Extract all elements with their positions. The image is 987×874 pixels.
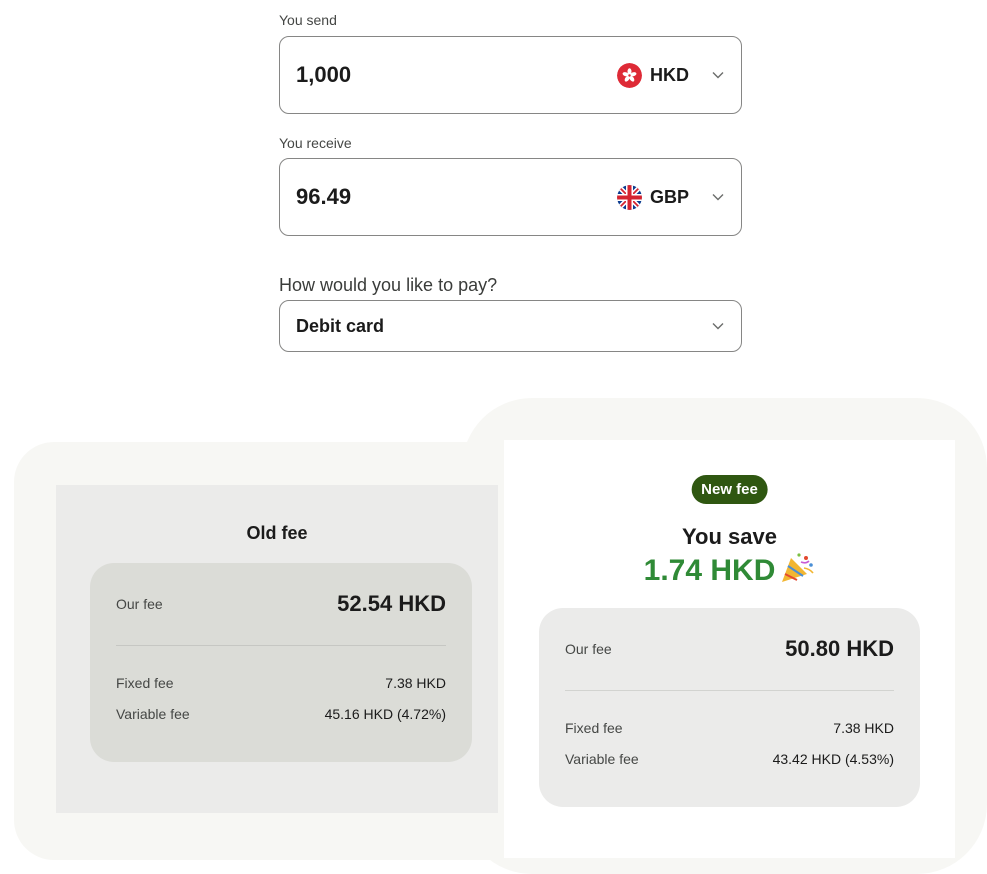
new-fixed-fee-label: Fixed fee xyxy=(565,720,623,736)
old-our-fee-label: Our fee xyxy=(116,596,163,612)
send-currency-selector[interactable]: HKD xyxy=(617,62,725,88)
new-variable-fee-value: 43.42 HKD (4.53%) xyxy=(772,751,894,767)
old-fee-title: Old fee xyxy=(246,523,308,543)
new-our-fee-row: Our fee 50.80 HKD xyxy=(565,636,894,662)
payment-method-select[interactable]: Debit card xyxy=(279,300,742,352)
old-fee-breakdown: Our fee 52.54 HKD Fixed fee 7.38 HKD Var… xyxy=(90,563,472,762)
chevron-down-icon xyxy=(711,319,725,333)
saving-amount-value: 1.74 HKD xyxy=(643,554,776,587)
chevron-down-icon xyxy=(711,190,725,204)
party-popper-icon xyxy=(779,552,815,592)
new-fee-breakdown: Our fee 50.80 HKD Fixed fee 7.38 HKD Var… xyxy=(539,608,920,807)
old-fee-divider xyxy=(116,645,446,646)
receive-amount-value[interactable]: 96.49 xyxy=(296,184,617,210)
new-fixed-fee-value: 7.38 HKD xyxy=(833,720,894,736)
new-our-fee-label: Our fee xyxy=(565,641,612,657)
send-amount-value[interactable]: 1,000 xyxy=(296,62,617,88)
new-our-fee-value: 50.80 HKD xyxy=(785,636,894,661)
old-our-fee-row: Our fee 52.54 HKD xyxy=(116,591,446,617)
hong-kong-flag-icon xyxy=(617,62,642,88)
old-fixed-fee-label: Fixed fee xyxy=(116,675,174,691)
payment-method-label: How would you like to pay? xyxy=(279,275,498,295)
new-variable-fee-row: Variable fee 43.42 HKD (4.53%) xyxy=(565,751,894,767)
new-fixed-fee-row: Fixed fee 7.38 HKD xyxy=(565,720,894,736)
receive-amount-field[interactable]: 96.49 GBP xyxy=(279,158,742,236)
old-variable-fee-value: 45.16 HKD (4.72%) xyxy=(324,706,446,722)
uk-flag-icon xyxy=(616,184,642,210)
old-our-fee-value: 52.54 HKD xyxy=(337,591,446,616)
new-fee-card: New fee You save 1.74 HKD Our fee 50.80 … xyxy=(504,440,955,858)
send-amount-field[interactable]: 1,000 HKD xyxy=(279,36,742,114)
saving-amount: 1.74 HKD xyxy=(504,552,955,592)
you-receive-label: You receive xyxy=(279,135,352,151)
you-send-label: You send xyxy=(279,12,337,28)
you-save-label: You save xyxy=(682,524,777,549)
payment-method-value: Debit card xyxy=(296,315,385,336)
old-variable-fee-row: Variable fee 45.16 HKD (4.72%) xyxy=(116,706,446,722)
old-fee-card: Old fee Our fee 52.54 HKD Fixed fee 7.38… xyxy=(56,485,498,813)
old-fixed-fee-value: 7.38 HKD xyxy=(385,675,446,691)
receive-currency-selector[interactable]: GBP xyxy=(616,184,725,210)
new-variable-fee-label: Variable fee xyxy=(565,751,639,767)
chevron-down-icon xyxy=(711,68,725,82)
old-fixed-fee-row: Fixed fee 7.38 HKD xyxy=(116,675,446,691)
send-currency-code: HKD xyxy=(650,64,689,85)
new-fee-divider xyxy=(565,690,894,691)
receive-currency-code: GBP xyxy=(649,186,689,207)
new-fee-badge: New fee xyxy=(691,475,768,504)
old-variable-fee-label: Variable fee xyxy=(116,706,190,722)
